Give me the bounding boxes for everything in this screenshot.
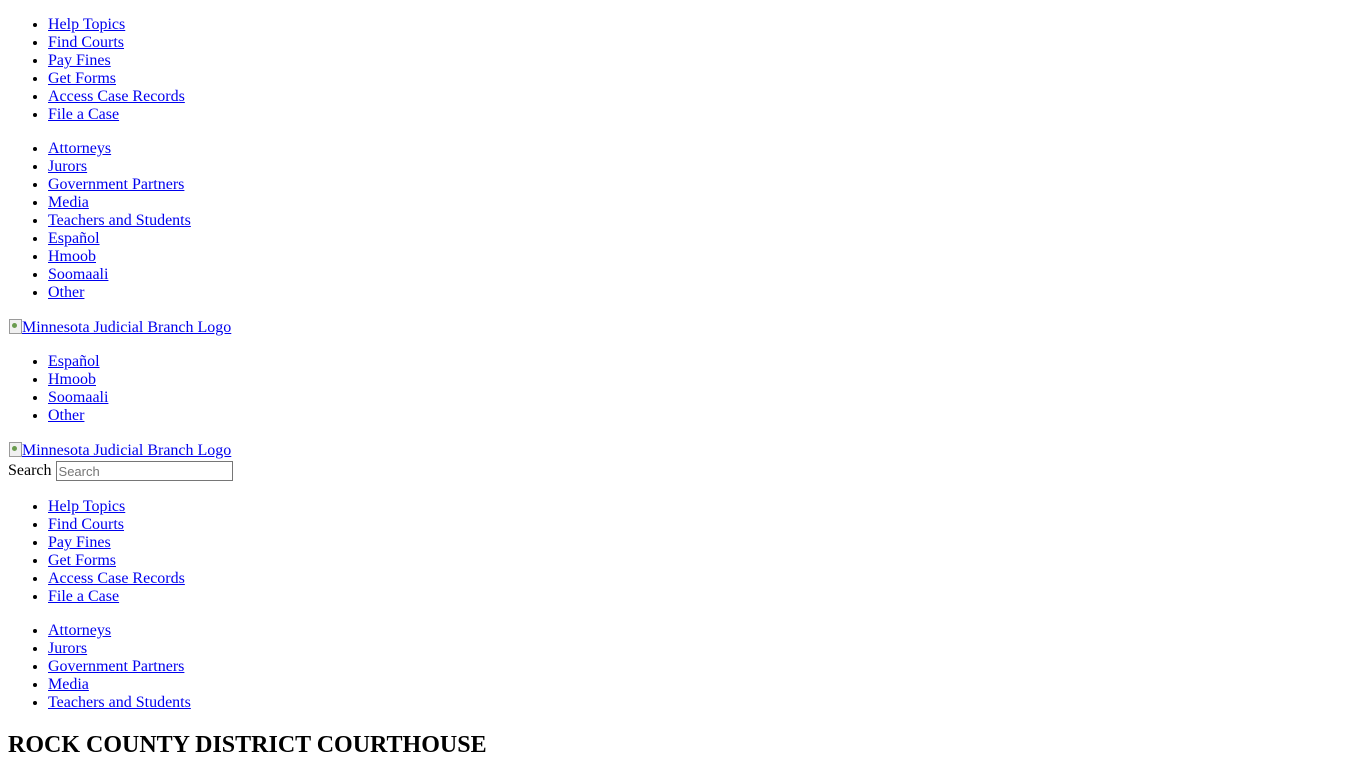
media-link[interactable]: Media <box>48 194 89 211</box>
primary-nav-bottom: Help Topics Find Courts Pay Fines Get Fo… <box>8 498 1358 606</box>
nav-item-file-a-case: File a Case <box>48 588 1358 606</box>
get-forms-link[interactable]: Get Forms <box>48 552 116 569</box>
nav-item-teachers-and-students: Teachers and Students <box>48 694 1358 712</box>
get-forms-link[interactable]: Get Forms <box>48 70 116 87</box>
nav-item-teachers-and-students: Teachers and Students <box>48 212 1358 230</box>
nav-item-jurors: Jurors <box>48 158 1358 176</box>
nav-item-media: Media <box>48 194 1358 212</box>
nav-item-pay-fines: Pay Fines <box>48 534 1358 552</box>
access-case-records-link[interactable]: Access Case Records <box>48 88 185 105</box>
lang-item-soomaali: Soomaali <box>48 389 1358 407</box>
file-a-case-link[interactable]: File a Case <box>48 106 119 123</box>
search-form: Search <box>8 460 1358 482</box>
nav-item-attorneys: Attorneys <box>48 622 1358 640</box>
media-link[interactable]: Media <box>48 676 89 693</box>
nav-item-access-case-records: Access Case Records <box>48 570 1358 588</box>
nav-item-help-topics: Help Topics <box>48 16 1358 34</box>
lang-espanol-link[interactable]: Español <box>48 353 100 370</box>
help-topics-link[interactable]: Help Topics <box>48 16 125 33</box>
lang-hmoob-link[interactable]: Hmoob <box>48 371 96 388</box>
nav-item-help-topics: Help Topics <box>48 498 1358 516</box>
nav-item-soomaali: Soomaali <box>48 266 1358 284</box>
nav-item-access-case-records: Access Case Records <box>48 88 1358 106</box>
espanol-link[interactable]: Español <box>48 230 100 247</box>
lang-item-espanol: Español <box>48 353 1358 371</box>
pay-fines-link[interactable]: Pay Fines <box>48 52 111 69</box>
pay-fines-link[interactable]: Pay Fines <box>48 534 111 551</box>
other-language-link[interactable]: Other <box>48 284 84 301</box>
find-courts-link[interactable]: Find Courts <box>48 34 124 51</box>
broken-image-icon <box>8 318 22 334</box>
nav-item-other: Other <box>48 284 1358 302</box>
attorneys-link[interactable]: Attorneys <box>48 622 111 639</box>
nav-item-government-partners: Government Partners <box>48 658 1358 676</box>
teachers-and-students-link[interactable]: Teachers and Students <box>48 694 191 711</box>
logo-alt-text: Minnesota Judicial Branch Logo <box>22 319 232 336</box>
nav-item-government-partners: Government Partners <box>48 176 1358 194</box>
audience-nav-top: Attorneys Jurors Government Partners Med… <box>8 140 1358 302</box>
lang-item-other: Other <box>48 407 1358 425</box>
nav-item-media: Media <box>48 676 1358 694</box>
nav-item-attorneys: Attorneys <box>48 140 1358 158</box>
file-a-case-link[interactable]: File a Case <box>48 588 119 605</box>
attorneys-link[interactable]: Attorneys <box>48 140 111 157</box>
logo-link[interactable]: Minnesota Judicial Branch Logo <box>8 318 1358 337</box>
nav-item-espanol: Español <box>48 230 1358 248</box>
logo-alt-text: Minnesota Judicial Branch Logo <box>22 442 232 459</box>
help-topics-link[interactable]: Help Topics <box>48 498 125 515</box>
nav-item-hmoob: Hmoob <box>48 248 1358 266</box>
teachers-and-students-link[interactable]: Teachers and Students <box>48 212 191 229</box>
primary-nav-top: Help Topics Find Courts Pay Fines Get Fo… <box>8 16 1358 124</box>
nav-item-file-a-case: File a Case <box>48 106 1358 124</box>
nav-item-find-courts: Find Courts <box>48 516 1358 534</box>
access-case-records-link[interactable]: Access Case Records <box>48 570 185 587</box>
jurors-link[interactable]: Jurors <box>48 158 87 175</box>
nav-item-jurors: Jurors <box>48 640 1358 658</box>
find-courts-link[interactable]: Find Courts <box>48 516 124 533</box>
broken-image-icon <box>8 441 22 457</box>
nav-item-find-courts: Find Courts <box>48 34 1358 52</box>
audience-nav-bottom: Attorneys Jurors Government Partners Med… <box>8 622 1358 712</box>
nav-item-pay-fines: Pay Fines <box>48 52 1358 70</box>
soomaali-link[interactable]: Soomaali <box>48 266 108 283</box>
government-partners-link[interactable]: Government Partners <box>48 658 184 675</box>
page-title: ROCK COUNTY DISTRICT COURTHOUSE <box>8 732 487 758</box>
jurors-link[interactable]: Jurors <box>48 640 87 657</box>
hmoob-link[interactable]: Hmoob <box>48 248 96 265</box>
lang-item-hmoob: Hmoob <box>48 371 1358 389</box>
lang-other-link[interactable]: Other <box>48 407 84 424</box>
nav-item-get-forms: Get Forms <box>48 70 1358 88</box>
lang-soomaali-link[interactable]: Soomaali <box>48 389 108 406</box>
search-input[interactable] <box>55 461 233 481</box>
logo-link-secondary[interactable]: Minnesota Judicial Branch Logo <box>8 441 1358 460</box>
language-nav: Español Hmoob Soomaali Other <box>8 353 1358 425</box>
search-label: Search <box>8 462 52 479</box>
page: Help Topics Find Courts Pay Fines Get Fo… <box>0 0 1366 759</box>
nav-item-get-forms: Get Forms <box>48 552 1358 570</box>
government-partners-link[interactable]: Government Partners <box>48 176 184 193</box>
